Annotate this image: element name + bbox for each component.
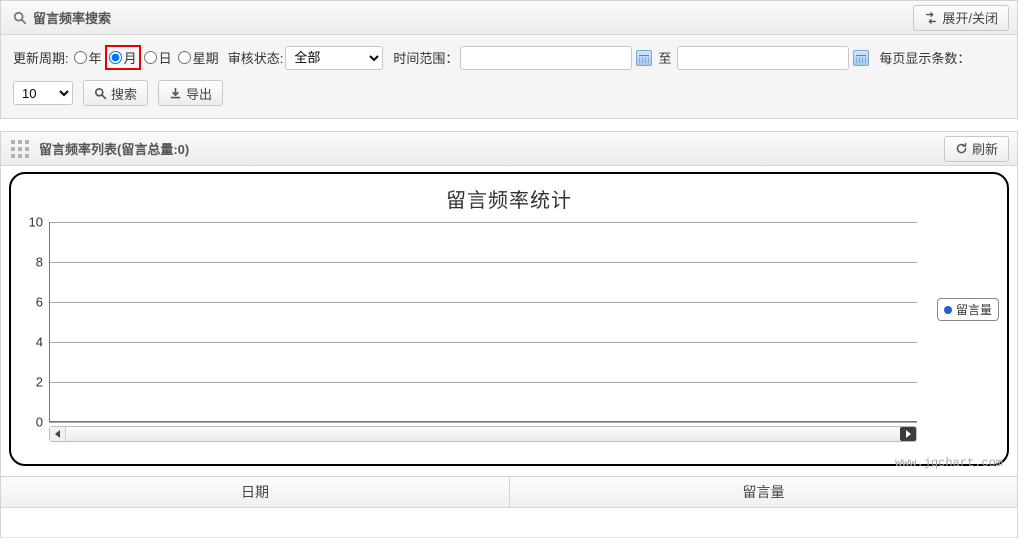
radio-day-label: 日	[159, 48, 172, 67]
range-label: 时间范围：	[393, 48, 458, 67]
audit-label: 审核状态:	[228, 48, 284, 67]
calendar-icon[interactable]	[636, 50, 652, 66]
calendar-icon[interactable]	[853, 50, 869, 66]
date-from-input[interactable]	[460, 46, 632, 70]
table-empty-row	[1, 508, 1017, 538]
gridline: 0	[49, 422, 917, 423]
search-panel-header: 留言频率搜索 展开/关闭	[1, 1, 1017, 35]
chart-container: 留言频率统计 0246810 留言量 www.jqchart.com	[1, 172, 1017, 470]
radio-year[interactable]: 年	[71, 48, 105, 67]
radio-year-label: 年	[89, 48, 102, 67]
table-header: 日期 留言量	[1, 476, 1017, 508]
chart-axes	[49, 222, 917, 422]
page-size-select[interactable]: 10	[13, 81, 73, 105]
legend-marker-icon	[944, 306, 952, 314]
export-button[interactable]: 导出	[158, 80, 223, 106]
to-label: 至	[658, 48, 671, 67]
period-label: 更新周期:	[13, 48, 69, 67]
radio-month-label: 月	[124, 48, 137, 67]
retweet-icon	[924, 12, 938, 24]
refresh-icon	[955, 142, 968, 155]
search-icon	[94, 87, 107, 100]
chart-title: 留言频率统计	[11, 174, 1007, 213]
list-panel-title: 留言频率列表(留言总量:0)	[37, 139, 189, 158]
radio-day-input[interactable]	[144, 51, 157, 64]
chart-scrollbar[interactable]	[49, 426, 917, 442]
search-panel: 留言频率搜索 展开/关闭 更新周期: 年 月 日 星期	[0, 0, 1018, 119]
radio-week-label: 星期	[193, 48, 219, 67]
grid-icon	[11, 140, 29, 158]
date-from-field	[460, 46, 652, 70]
legend-series-label: 留言量	[956, 301, 992, 318]
search-icon	[9, 11, 31, 25]
search-button[interactable]: 搜索	[83, 80, 148, 106]
radio-year-input[interactable]	[74, 51, 87, 64]
table-col-date[interactable]: 日期	[1, 477, 509, 507]
search-panel-body: 更新周期: 年 月 日 星期 审核状态: 全部 时间范围：	[1, 35, 1017, 118]
search-row-2: 10 搜索 导出	[13, 80, 1005, 106]
refresh-button[interactable]: 刷新	[944, 136, 1009, 162]
radio-month-highlight: 月	[105, 45, 141, 70]
ytick-label: 0	[36, 415, 43, 430]
radio-week-input[interactable]	[178, 51, 191, 64]
download-icon	[169, 87, 182, 100]
toggle-collapse-button[interactable]: 展开/关闭	[913, 5, 1009, 31]
scroll-left-button[interactable]	[50, 427, 66, 441]
ytick-label: 10	[29, 215, 43, 230]
radio-week[interactable]: 星期	[175, 48, 222, 67]
chart-box: 留言频率统计 0246810 留言量	[9, 172, 1009, 466]
export-button-label: 导出	[186, 84, 212, 103]
radio-day[interactable]: 日	[141, 48, 175, 67]
ytick-label: 6	[36, 295, 43, 310]
search-button-label: 搜索	[111, 84, 137, 103]
page-size-label: 每页显示条数：	[879, 48, 970, 67]
radio-month[interactable]: 月	[109, 48, 137, 67]
ytick-label: 2	[36, 375, 43, 390]
grid-icon-wrap	[9, 140, 31, 158]
date-to-input[interactable]	[677, 46, 849, 70]
ytick-label: 8	[36, 255, 43, 270]
chart-plot-area: 0246810	[49, 222, 917, 422]
refresh-button-label: 刷新	[972, 139, 998, 158]
scroll-right-button[interactable]	[900, 427, 916, 441]
audit-select[interactable]: 全部	[285, 46, 383, 70]
radio-month-input[interactable]	[109, 51, 122, 64]
toggle-collapse-label: 展开/关闭	[942, 8, 998, 27]
list-panel: 留言频率列表(留言总量:0) 刷新 留言频率统计 0246810 留言量	[0, 131, 1018, 538]
chart-legend: 留言量	[937, 298, 999, 321]
search-panel-title: 留言频率搜索	[31, 8, 111, 27]
chart-watermark: www.jqchart.com	[895, 456, 1003, 470]
list-panel-header: 留言频率列表(留言总量:0) 刷新	[1, 132, 1017, 166]
table-col-count[interactable]: 留言量	[509, 477, 1017, 507]
date-to-field	[677, 46, 869, 70]
ytick-label: 4	[36, 335, 43, 350]
